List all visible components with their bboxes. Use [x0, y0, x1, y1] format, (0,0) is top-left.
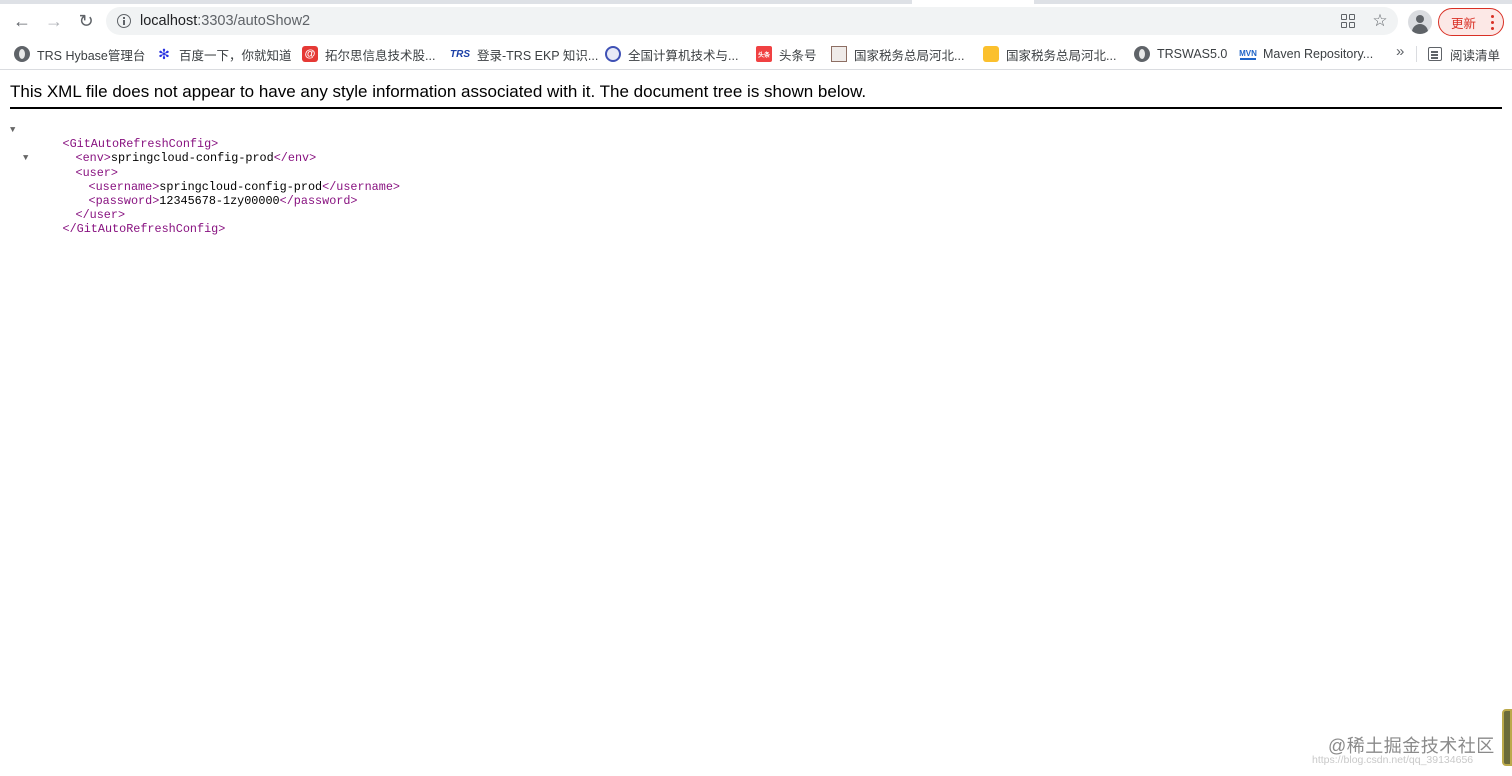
reading-list-icon	[1428, 47, 1442, 61]
star-icon[interactable]: ☆	[1370, 11, 1390, 31]
xml-tag: </GitAutoRefreshConfig>	[62, 222, 226, 237]
reading-list-label: 阅读清单	[1450, 48, 1501, 63]
bookmark-computer-exam[interactable]: 全国计算机技术与...	[605, 44, 738, 64]
browser-toolbar: ← → ↻ localhost:3303/autoShow2 ☆ 更新	[0, 4, 1512, 38]
reload-icon[interactable]: ↻	[72, 7, 100, 35]
profile-icon[interactable]	[1408, 10, 1432, 34]
bookmark-label: 国家税务总局河北...	[1006, 48, 1117, 63]
bookmark-trs-ekp[interactable]: TRS 登录-TRS EKP 知识...	[450, 44, 598, 64]
xml-env-line: <env>springcloud-config-prod</env>	[10, 137, 400, 165]
xml-style-notice: This XML file does not appear to have an…	[10, 82, 1502, 109]
forward-arrow-icon[interactable]: →	[40, 7, 68, 35]
bookmark-label: TRSWAS5.0	[1157, 47, 1228, 61]
bookmark-label: 国家税务总局河北...	[854, 48, 965, 63]
address-bar[interactable]: localhost:3303/autoShow2 ☆	[106, 7, 1398, 35]
bookmark-tuo[interactable]: @ 拓尔思信息技术股...	[302, 44, 435, 64]
xml-user-close-line: </user>	[10, 194, 400, 222]
bookmark-trs-hybase[interactable]: TRS Hybase管理台	[14, 44, 145, 64]
bookmark-label: 登录-TRS EKP 知识...	[477, 48, 599, 63]
bookmark-label: 百度一下，你就知道	[179, 48, 292, 63]
bookmarks-divider	[1416, 46, 1417, 62]
toutiao-icon: 头条	[756, 46, 772, 62]
xml-password-line: <password>12345678-1zy00000</password>	[10, 180, 400, 208]
kebab-menu-icon[interactable]	[1491, 15, 1494, 30]
qr-grid-icon[interactable]	[1338, 11, 1358, 31]
computer-exam-icon	[605, 46, 621, 62]
globe-icon	[1134, 46, 1150, 62]
tax-icon	[831, 46, 847, 62]
url-path: :3303/autoShow2	[197, 13, 311, 29]
xml-username-line: <username>springcloud-config-prod</usern…	[10, 166, 400, 194]
xml-root-open-line: ▼ <GitAutoRefreshConfig>	[10, 123, 400, 151]
url-host: localhost	[140, 13, 198, 29]
maven-icon: MVN	[1239, 48, 1257, 60]
info-icon[interactable]	[117, 14, 131, 28]
update-button[interactable]: 更新	[1438, 8, 1504, 36]
update-label: 更新	[1451, 16, 1477, 31]
bookmark-tax-2[interactable]: 国家税务总局河北...	[983, 44, 1116, 64]
bookmark-maven[interactable]: MVN Maven Repository...	[1239, 44, 1374, 64]
bookmark-label: 拓尔思信息技术股...	[325, 48, 436, 63]
bookmark-label: 全国计算机技术与...	[628, 48, 739, 63]
bookmark-tax-1[interactable]: 国家税务总局河北...	[831, 44, 964, 64]
extension-widget[interactable]	[1502, 709, 1512, 766]
globe-icon	[14, 46, 30, 62]
bookmark-baidu[interactable]: ✻ 百度一下，你就知道	[156, 44, 292, 64]
bookmark-toutiao[interactable]: 头条 头条号	[756, 44, 817, 64]
xml-root-close-line: </GitAutoRefreshConfig>	[10, 208, 400, 236]
tax-icon	[983, 46, 999, 62]
bookmarks-bar: TRS Hybase管理台 ✻ 百度一下，你就知道 @ 拓尔思信息技术股... …	[0, 38, 1512, 70]
bookmark-label: 头条号	[779, 48, 817, 63]
tuo-icon: @	[302, 46, 318, 62]
bookmark-label: Maven Repository...	[1263, 47, 1374, 61]
bookmarks-overflow-chevron-icon[interactable]: »	[1396, 43, 1404, 60]
collapse-triangle-icon[interactable]: ▼	[10, 123, 15, 137]
reading-list-button[interactable]: 阅读清单	[1428, 44, 1500, 64]
baidu-paw-icon: ✻	[158, 45, 170, 62]
page-content: This XML file does not appear to have an…	[0, 71, 1512, 776]
url-text[interactable]: localhost:3303/autoShow2	[140, 12, 310, 30]
trs-icon: TRS	[450, 48, 470, 60]
bookmark-trswas[interactable]: TRSWAS5.0	[1134, 44, 1227, 64]
collapse-triangle-icon[interactable]: ▼	[23, 151, 28, 165]
xml-user-open-line: ▼ <user>	[10, 151, 400, 179]
watermark-url: https://blog.csdn.net/qq_39134656	[1312, 754, 1474, 766]
back-arrow-icon[interactable]: ←	[8, 7, 36, 35]
bookmark-label: TRS Hybase管理台	[37, 48, 146, 63]
xml-tree: ▼ <GitAutoRefreshConfig> <env>springcloud…	[10, 123, 400, 236]
